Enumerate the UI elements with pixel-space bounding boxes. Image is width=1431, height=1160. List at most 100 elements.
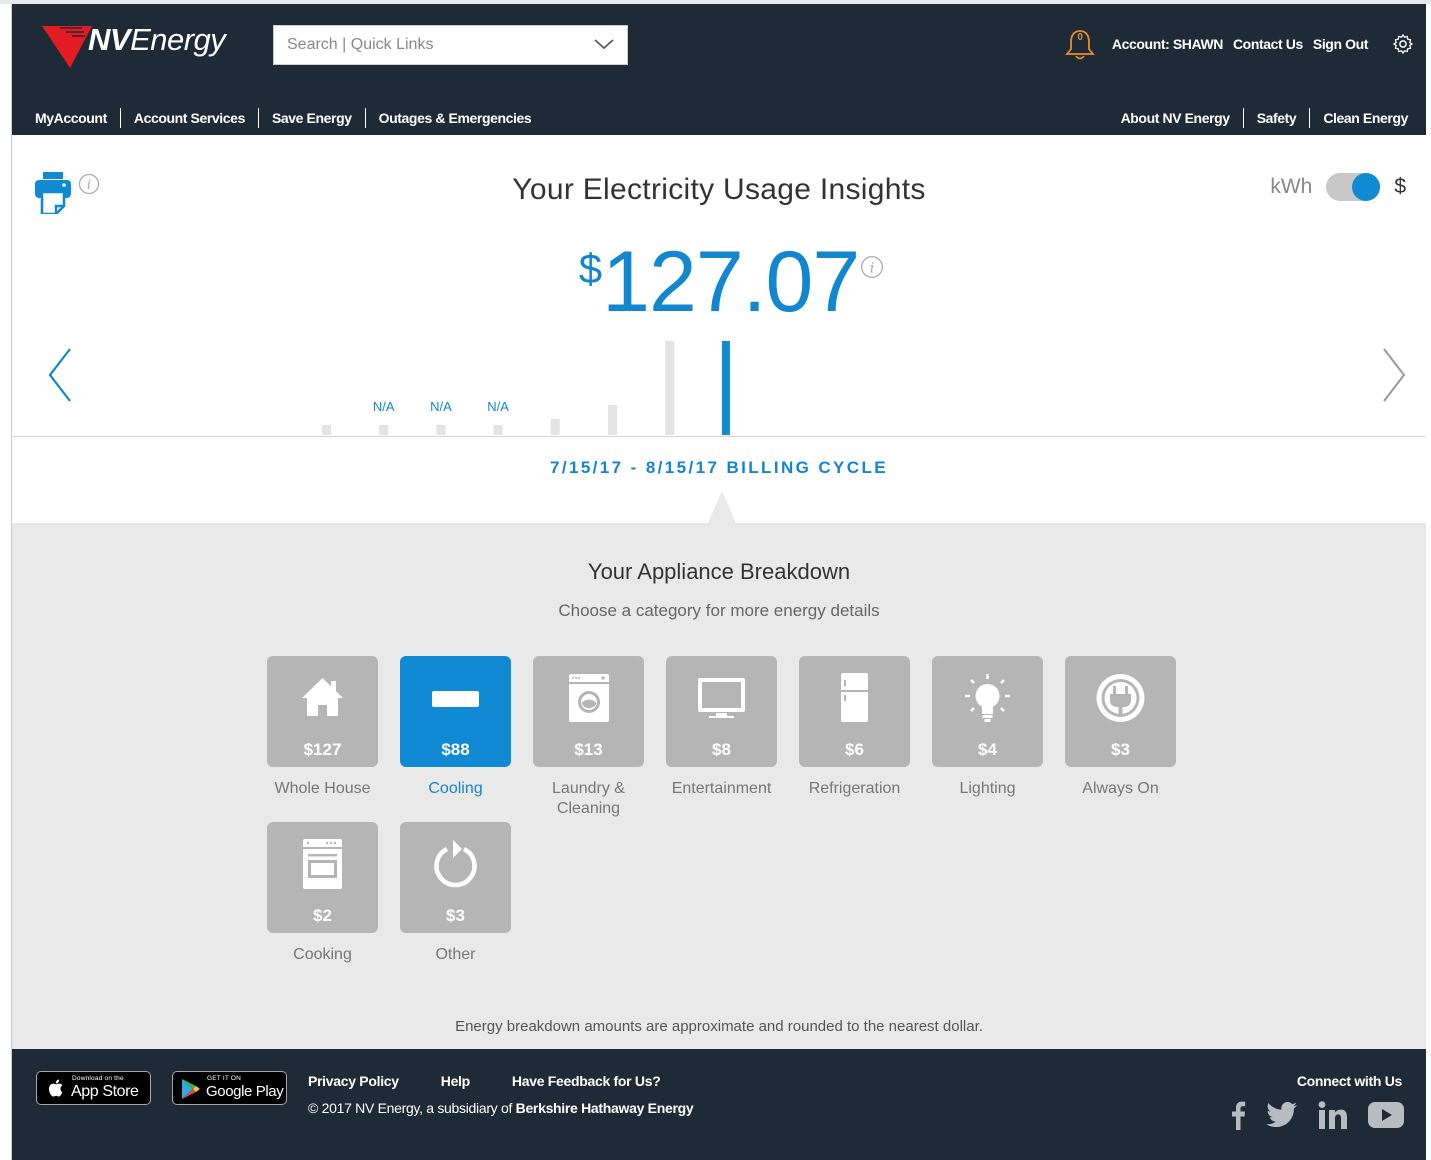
- appliance-title: Your Appliance Breakdown: [587, 559, 851, 584]
- usage-bar[interactable]: [493, 425, 503, 435]
- category-box[interactable]: $8: [666, 656, 777, 767]
- logo-wordmark: NVEnergy: [88, 22, 226, 57]
- main-nav: MyAccount Account Services Save Energy O…: [12, 108, 1426, 130]
- privacy-policy-link[interactable]: Privacy Policy: [308, 1073, 399, 1089]
- category-label: Entertainment: [671, 780, 772, 797]
- bar-label: N/A: [430, 399, 452, 414]
- category-label: Refrigeration: [808, 780, 901, 797]
- youtube-icon[interactable]: [1368, 1101, 1404, 1129]
- chevron-down-icon[interactable]: [593, 36, 615, 52]
- category-label: Whole House: [274, 780, 371, 797]
- category-tile-cooling[interactable]: $88 Cooling: [400, 656, 511, 799]
- app-store-text: App Store: [71, 1083, 139, 1100]
- category-label: Other: [435, 946, 476, 963]
- google-play-text: Google Play: [206, 1083, 284, 1100]
- category-box[interactable]: $3: [400, 822, 511, 933]
- nv-energy-logo[interactable]: NVEnergy: [42, 22, 242, 70]
- billing-cycle-label[interactable]: 7/15/17 - 8/15/17 BILLING CYCLE: [12, 458, 1426, 478]
- app-store-badge[interactable]: Download on the App Store: [36, 1071, 151, 1105]
- category-box[interactable]: $13: [533, 656, 644, 767]
- category-label: Lighting: [959, 780, 1016, 797]
- google-play-icon: [182, 1079, 200, 1099]
- category-value: $3: [446, 906, 465, 925]
- category-tile-refrigeration[interactable]: $6 Refrigeration: [799, 656, 910, 799]
- search-box[interactable]: [273, 25, 628, 65]
- appliance-breakdown: Your Appliance Breakdown Choose a catego…: [12, 491, 1426, 1049]
- google-play-small-text: GET IT ON: [207, 1075, 242, 1082]
- usage-bar[interactable]: [608, 405, 617, 435]
- usage-bar[interactable]: [436, 425, 446, 435]
- category-label: Cooking: [293, 946, 352, 963]
- copyright: © 2017 NV Energy, a subsidiary of Berksh…: [308, 1100, 694, 1116]
- category-box[interactable]: $127: [267, 656, 378, 767]
- usage-bar[interactable]: [379, 425, 389, 435]
- notification-count: 0: [1077, 32, 1083, 43]
- nav-clean-energy[interactable]: Clean Energy: [1309, 108, 1408, 128]
- google-play-badge[interactable]: GET IT ON Google Play: [172, 1071, 287, 1105]
- usage-bar[interactable]: [665, 341, 675, 435]
- chart-axis-line: [12, 436, 1426, 437]
- category-value: $127: [303, 740, 342, 759]
- usage-bar[interactable]: [322, 425, 331, 435]
- category-value: $2: [313, 906, 332, 925]
- category-value: $4: [978, 740, 997, 759]
- page-frame: NVEnergy 0 Account: SHAWN Contact Us Sig…: [11, 4, 1426, 1160]
- social-links: [1230, 1100, 1404, 1130]
- account-label[interactable]: Account: SHAWN: [1112, 36, 1223, 52]
- footer-links: Privacy Policy Help Have Feedback for Us…: [308, 1073, 661, 1089]
- connect-label: Connect with Us: [1296, 1073, 1402, 1089]
- category-value: $3: [1111, 740, 1130, 759]
- account-bar: 0 Account: SHAWN Contact Us Sign Out: [1064, 28, 1414, 60]
- category-value: $88: [441, 740, 470, 759]
- category-tile-other[interactable]: $3 Other: [400, 822, 511, 965]
- bar-label: N/A: [373, 399, 395, 414]
- usage-bar-selected[interactable]: [721, 341, 730, 435]
- category-tile-lighting[interactable]: $4 Lighting: [932, 656, 1043, 799]
- twitter-icon[interactable]: [1266, 1102, 1298, 1128]
- nav-safety[interactable]: Safety: [1242, 108, 1310, 128]
- search-input[interactable]: [274, 26, 574, 64]
- category-tile-whole-house[interactable]: $127 Whole House: [267, 656, 378, 799]
- category-label: Laundry & Cleaning: [552, 780, 625, 817]
- notifications-button[interactable]: 0: [1064, 28, 1096, 60]
- panel-pointer: [708, 491, 736, 523]
- category-tile-always-on[interactable]: $3 Always On: [1065, 656, 1176, 799]
- category-tile-entertainment[interactable]: $8 Entertainment: [666, 656, 777, 799]
- app-store-small-text: Download on the: [72, 1075, 124, 1082]
- nav-my-account[interactable]: MyAccount: [35, 108, 120, 128]
- feedback-link[interactable]: Have Feedback for Us?: [512, 1073, 661, 1089]
- usage-bar-chart: N/A N/A N/A: [322, 341, 730, 435]
- parent-company-link[interactable]: Berkshire Hathaway Energy: [516, 1100, 694, 1116]
- category-label: Cooling: [428, 780, 483, 797]
- category-box[interactable]: $88: [400, 656, 511, 767]
- sign-out-link[interactable]: Sign Out: [1313, 36, 1369, 52]
- usage-insights: i Your Electricity Usage Insights kWh $ …: [12, 135, 1426, 523]
- breakdown-disclaimer: Energy breakdown amounts are approximate…: [455, 1018, 983, 1035]
- category-value: $13: [574, 740, 603, 759]
- site-footer: Download on the App Store GET IT ON Goog…: [12, 1049, 1426, 1160]
- gear-icon[interactable]: [1392, 33, 1414, 55]
- category-tile-cooking[interactable]: $2 Cooking: [267, 822, 378, 965]
- category-box[interactable]: $4: [932, 656, 1043, 767]
- bar-label: N/A: [487, 399, 509, 414]
- apple-icon: [48, 1079, 63, 1097]
- nav-save-energy[interactable]: Save Energy: [257, 108, 365, 128]
- site-header: NVEnergy 0 Account: SHAWN Contact Us Sig…: [12, 4, 1426, 135]
- category-label: Always On: [1082, 780, 1159, 797]
- category-box[interactable]: $2: [267, 822, 378, 933]
- help-link[interactable]: Help: [441, 1073, 470, 1089]
- category-value: $6: [845, 740, 864, 759]
- copyright-text: © 2017 NV Energy, a subsidiary of: [308, 1100, 516, 1116]
- category-tile-laundry[interactable]: $13 Laundry & Cleaning: [533, 656, 644, 819]
- nav-about-nv-energy[interactable]: About NV Energy: [1121, 108, 1243, 128]
- facebook-icon[interactable]: [1230, 1100, 1246, 1130]
- category-box[interactable]: $3: [1065, 656, 1176, 767]
- usage-bar[interactable]: [550, 419, 560, 435]
- linkedin-icon[interactable]: [1318, 1101, 1348, 1129]
- nav-account-services[interactable]: Account Services: [119, 108, 258, 128]
- nav-outages-emergencies[interactable]: Outages & Emergencies: [364, 108, 545, 128]
- appliance-subtitle: Choose a category for more energy detail…: [558, 601, 880, 620]
- category-box[interactable]: $6: [799, 656, 910, 767]
- category-value: $8: [712, 740, 731, 759]
- contact-us-link[interactable]: Contact Us: [1233, 36, 1303, 52]
